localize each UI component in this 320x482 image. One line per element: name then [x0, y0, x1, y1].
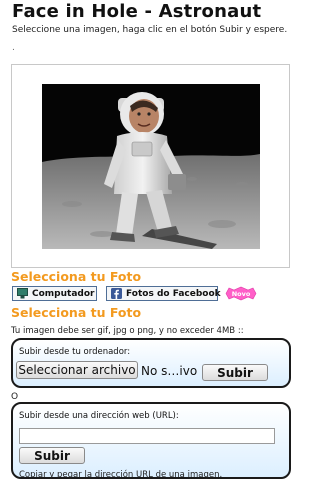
url-upload-label: Subir desde una dirección web (URL):	[19, 411, 179, 421]
url-upload-box: Subir desde una dirección web (URL): Sub…	[11, 402, 291, 480]
url-input[interactable]	[19, 428, 275, 444]
preview-panel	[11, 64, 290, 268]
url-submit-button[interactable]: Subir	[19, 447, 85, 464]
astronaut-photo	[42, 84, 260, 249]
select-photo-heading: Selecciona tu Foto	[11, 269, 142, 284]
facebook-icon	[111, 288, 122, 299]
url-help-text: Copiar y pegar la dirección URL de una i…	[19, 470, 223, 480]
local-upload-box: Subir desde tu ordenador: Seleccionar ar…	[11, 338, 291, 388]
astronaut-image	[42, 84, 260, 249]
new-badge-label: Novo	[232, 290, 251, 298]
computer-icon	[17, 288, 28, 299]
local-upload-label: Subir desde tu ordenador:	[19, 347, 131, 357]
upload-heading: Selecciona tu Foto	[11, 305, 142, 320]
new-badge: Novo	[224, 286, 258, 301]
computer-source-button[interactable]: Computador	[12, 286, 97, 301]
choose-file-button[interactable]: Seleccionar archivo	[16, 361, 138, 379]
facebook-photos-button[interactable]: Fotos do Facebook	[106, 286, 221, 301]
page-title: Face in Hole - Astronaut	[12, 1, 262, 22]
dot-marker: .	[12, 43, 15, 53]
local-submit-button[interactable]: Subir	[202, 364, 268, 381]
computer-source-label: Computador	[32, 288, 95, 299]
facebook-photos-label: Fotos do Facebook	[126, 288, 221, 299]
page-instructions: Seleccione una imagen, haga clic en el b…	[12, 25, 288, 35]
file-requirements-note: Tu imagen debe ser gif, jpg o png, y no …	[11, 326, 244, 336]
or-separator: O	[11, 392, 19, 402]
file-status-text: No s…ivo	[141, 364, 198, 378]
